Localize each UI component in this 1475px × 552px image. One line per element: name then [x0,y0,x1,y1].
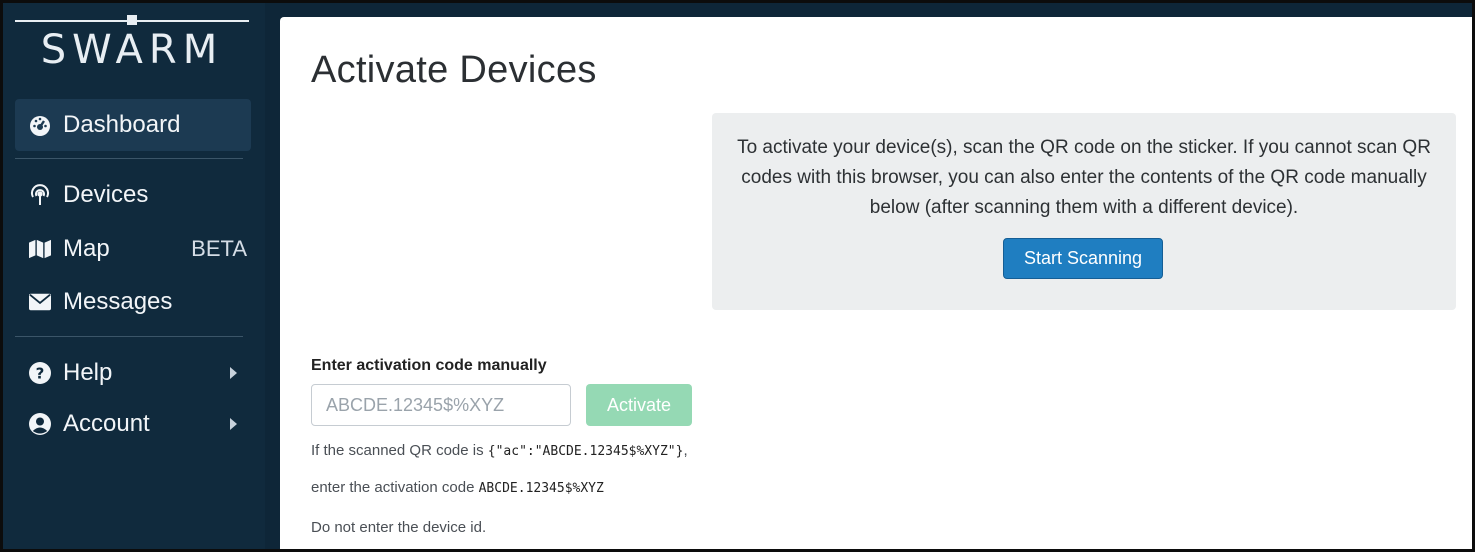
help-text: If the scanned QR code is [311,442,488,459]
swarm-logo[interactable]: SWARM [13,13,251,73]
help-text: , [683,442,688,459]
app-frame: SWARM Dashboard Devices Map BETA Message… [0,0,1475,552]
activate-button[interactable]: Activate [586,384,692,426]
sidebar-item-account[interactable]: Account [15,398,251,450]
sidebar-item-dashboard[interactable]: Dashboard [15,99,251,151]
sidebar-item-messages[interactable]: Messages [15,276,251,328]
help-text: enter the activation code [311,479,479,496]
caret-right-icon [230,418,237,430]
sidebar-item-devices[interactable]: Devices [15,169,251,221]
sidebar-item-label: Account [63,410,150,437]
sidebar-item-label: Devices [63,181,149,208]
sidebar-divider [15,158,243,159]
envelope-icon [29,291,51,313]
activation-code-label: Enter activation code manually [311,357,547,374]
sidebar-item-label: Help [63,359,113,386]
help-text-enter-code: enter the activation code ABCDE.12345$%X… [311,479,604,496]
help-text-qr-example: If the scanned QR code is {"ac":"ABCDE.1… [311,442,688,459]
user-circle-icon [29,413,51,435]
sidebar-item-label: Dashboard [63,111,181,138]
sidebar-divider [15,336,243,337]
scan-info-panel: To activate your device(s), scan the QR … [712,113,1456,310]
svg-text:?: ? [36,365,45,383]
map-icon [29,238,51,260]
activation-code-input[interactable] [311,384,571,426]
qr-example-code: {"ac":"ABCDE.12345$%XYZ"} [487,444,684,459]
sidebar-item-map[interactable]: Map BETA [15,223,251,275]
activation-code-example: ABCDE.12345$%XYZ [478,481,604,496]
help-text-device-id: Do not enter the device id. [311,519,487,536]
logo-text: SWARM [41,27,223,73]
caret-right-icon [230,367,237,379]
main-content: Activate Devices To activate your device… [280,17,1472,549]
start-scanning-button[interactable]: Start Scanning [1003,238,1163,279]
dashboard-gauge-icon [29,114,51,136]
beta-badge: BETA [191,236,247,261]
question-circle-icon: ? [29,362,51,384]
sidebar-item-label: Messages [63,288,173,315]
scan-instructions: To activate your device(s), scan the QR … [737,137,1431,218]
sidebar-item-label: Map [63,235,110,262]
page-title: Activate Devices [311,49,597,91]
sidebar-item-help[interactable]: ? Help [15,347,251,399]
antenna-icon [29,184,51,206]
sidebar: SWARM Dashboard Devices Map BETA Message… [3,3,265,549]
